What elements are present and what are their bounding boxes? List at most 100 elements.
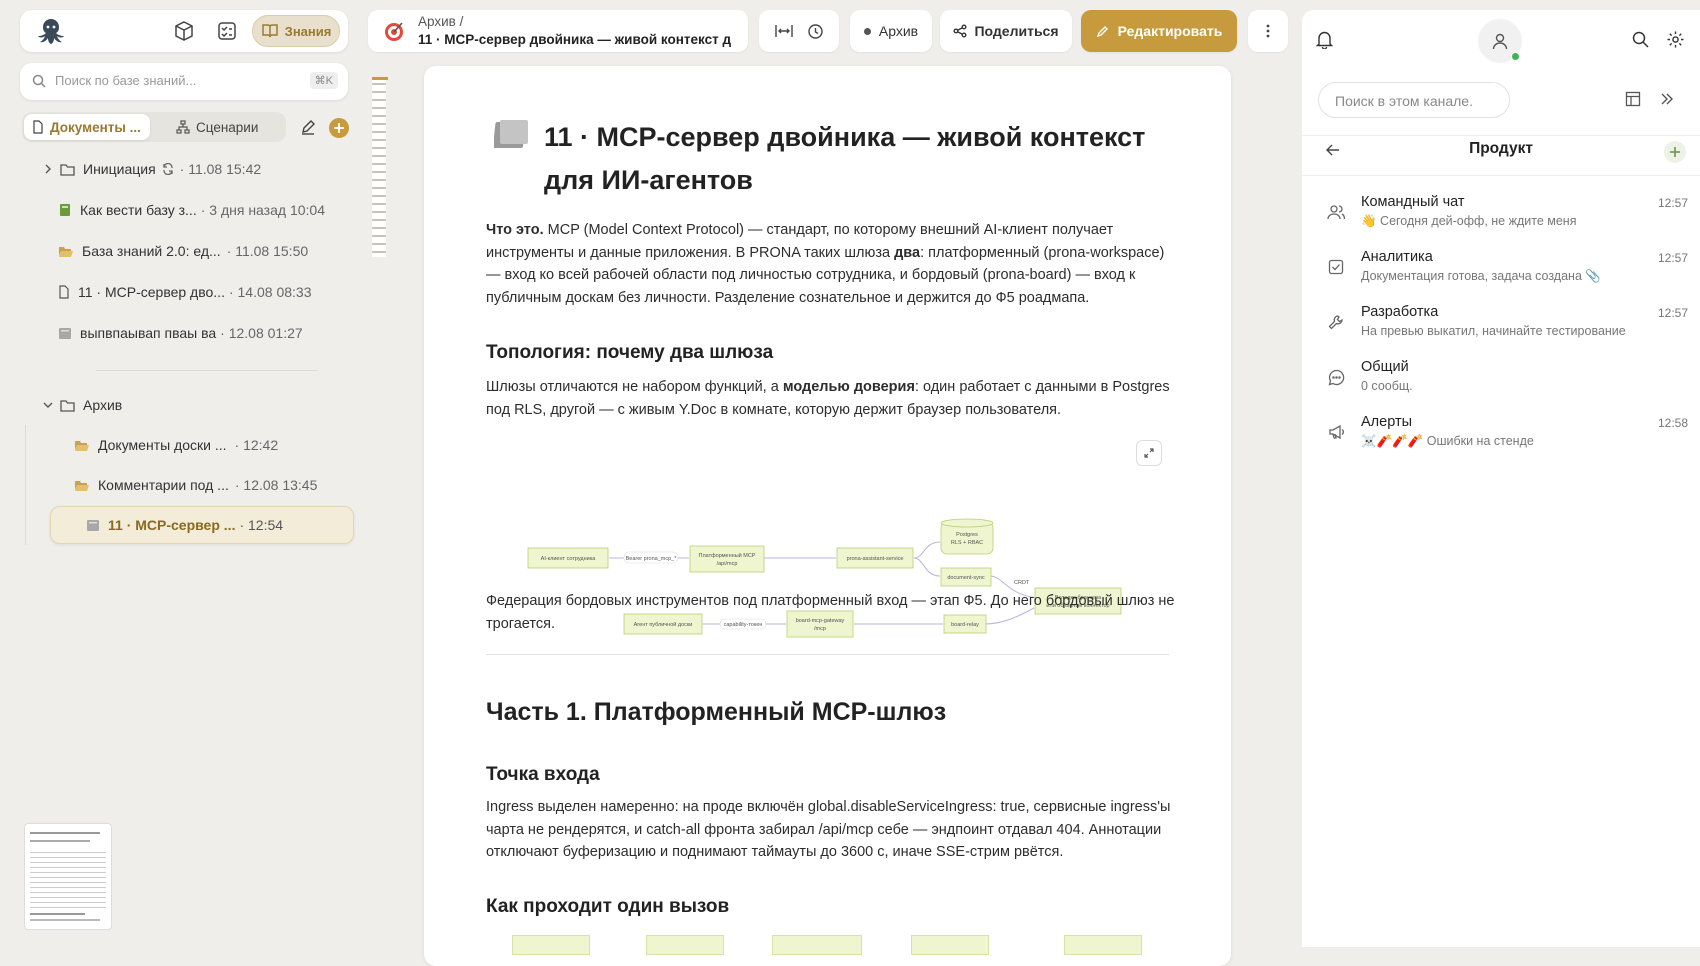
view-controls [759, 10, 839, 52]
tasks-icon[interactable] [216, 20, 238, 42]
channel-time: 12:57 [1657, 306, 1688, 320]
topology-bold: моделью доверия [782, 379, 915, 395]
diagram-node-assistant-service: prona-assistant-service [836, 547, 914, 569]
tab-documents[interactable]: Документы ... [24, 114, 150, 140]
diagram-edge-label-bearer: Bearer prona_mcp_* [623, 551, 679, 564]
channel-name: Разработка [1361, 304, 1439, 320]
diagram-node-ai-client: AI-клиент сотрудника [527, 547, 609, 569]
bell-icon[interactable] [1316, 30, 1333, 49]
document-outline-strip[interactable] [372, 77, 386, 257]
flow-icon [176, 120, 190, 134]
expand-diagram-button[interactable] [1136, 440, 1162, 466]
channel-time: 12:57 [1657, 196, 1688, 210]
tree-item-draft[interactable]: выпвпаывап пваы ва · 12.08 01:27 [58, 325, 303, 341]
wrench-icon [1324, 310, 1348, 334]
tree-item-archive[interactable]: Архив [42, 397, 122, 413]
search-icon[interactable] [1632, 31, 1649, 48]
page-title-line1: 11 · MCP-сервер двойника — живой контекс… [544, 122, 1146, 152]
channel-item-analytics[interactable]: Аналитика Документация готова, задача со… [1302, 243, 1700, 295]
chevrons-right-icon[interactable] [1660, 92, 1674, 106]
knowledge-search-input[interactable]: Поиск по базе знаний... ⌘K [20, 63, 348, 100]
channel-name: Командный чат [1361, 194, 1465, 210]
pencil-icon [1096, 24, 1110, 38]
section-divider [486, 654, 1169, 655]
topology-text: Шлюзы отличаются не набором функций, а [486, 379, 783, 395]
tab-scenarios-label: Сценарии [196, 119, 259, 135]
checkbox-icon [1324, 255, 1348, 279]
channel-item-general[interactable]: Общий 0 сообщ. [1302, 353, 1700, 405]
share-label: Поделиться [974, 23, 1059, 39]
channel-item-alerts[interactable]: Алерты ☠️🧨🧨🧨 Ошибки на стенде 12:58 [1302, 408, 1700, 460]
share-button[interactable]: Поделиться [940, 10, 1072, 52]
edge-label: Bearer prona_mcp_* [626, 556, 678, 562]
tree-item-initiation[interactable]: Инициация · 11.08 15:42 [42, 161, 261, 177]
grey-folder-icon [494, 118, 530, 150]
channel-item-development[interactable]: Разработка На превью выкатил, начинайте … [1302, 298, 1700, 350]
tree-item-current-doc[interactable]: 11 · MCP-сервер ... · 12:54 [86, 517, 283, 533]
tree-item-meta: · 11.08 15:50 [226, 243, 309, 259]
add-document-button[interactable] [329, 118, 349, 138]
more-menu-button[interactable] [1248, 10, 1288, 52]
octopus-logo-icon[interactable] [32, 16, 70, 46]
tree-item-meta: · 12:42 [234, 437, 279, 453]
channel-item-team-chat[interactable]: Командный чат 👋 Сегодня дей-офф, не ждит… [1302, 188, 1700, 240]
tree-item-label: Архив [83, 397, 123, 413]
divider [96, 370, 318, 371]
topology-paragraph: Шлюзы отличаются не набором функций, а м… [486, 376, 1176, 421]
tab-documents-label: Документы ... [50, 119, 141, 135]
divider [1302, 175, 1700, 176]
tree-item-label: База знаний 2.0: ед... [82, 243, 221, 259]
node-label: prona-assistant-service [847, 556, 904, 562]
open-folder-icon [58, 245, 74, 258]
diagram-node-stub [646, 935, 724, 955]
heading-entry-point: Точка входа [486, 764, 600, 785]
heading-part1: Часть 1. Платформенный MCP-шлюз [486, 698, 947, 726]
sync-icon [162, 163, 174, 175]
tree-item-meta: · 14.08 08:33 [228, 284, 312, 300]
tree-item-kb2[interactable]: База знаний 2.0: ед... · 11.08 15:50 [58, 243, 308, 259]
breadcrumb: Архив / 11 · MCP-сервер двойника — живой… [368, 10, 748, 52]
diagram-node-platform-mcp: Платформенный MCP/api/mcp [689, 545, 765, 573]
tree-item-comments[interactable]: Комментарии под ... · 12.08 13:45 [74, 477, 317, 493]
diagram-node-postgres: Postgres RLS + RBAC [940, 518, 994, 555]
folder-icon [60, 399, 75, 412]
cube-icon[interactable] [173, 20, 195, 42]
breadcrumb-separator: / [459, 14, 464, 29]
pencil-icon[interactable] [300, 119, 316, 135]
knowledge-nav-button[interactable]: Знания [252, 15, 340, 47]
knowledge-nav-label: Знания [284, 23, 332, 39]
gear-icon[interactable] [1666, 30, 1685, 49]
folder-icon [60, 163, 75, 176]
edit-button[interactable]: Редактировать [1081, 10, 1237, 52]
federation-paragraph: Федерация бордовых инструментов под плат… [486, 593, 1175, 632]
tree-item-meta: · 12.08 13:45 [234, 477, 318, 493]
add-channel-button[interactable] [1664, 141, 1686, 163]
divider [1302, 135, 1700, 136]
history-icon[interactable] [807, 23, 824, 40]
archive-status-button[interactable]: Архив [850, 10, 932, 52]
tree-item-board-docs[interactable]: Документы доски ... · 12:42 [74, 437, 278, 453]
node-label: RLS + RBAC [951, 540, 983, 546]
channel-preview: На превью выкатил, начинайте тестировани… [1361, 324, 1626, 338]
channel-name: Общий [1361, 359, 1409, 375]
document-icon [32, 120, 44, 134]
tree-guide-line [25, 425, 26, 545]
tab-scenarios[interactable]: Сценарии [176, 114, 258, 140]
chat-panel: Поиск в этом канале. Продукт Командный ч… [1302, 10, 1700, 947]
tree-item-mcp-doc[interactable]: 11 · MCP-сервер дво... · 14.08 08:33 [58, 284, 311, 300]
intro-paragraph: Что это. MCP (Model Context Protocol) — … [486, 219, 1176, 309]
tree-item-howto[interactable]: Как вести базу з... · 3 дня назад 10:04 [58, 202, 325, 218]
app-header: Знания [20, 10, 348, 52]
channel-preview: 0 сообщ. [1361, 379, 1413, 393]
online-status-dot [1511, 52, 1520, 61]
fit-width-icon[interactable] [774, 24, 793, 38]
target-emoji-icon [382, 19, 406, 43]
search-placeholder: Поиск по базе знаний... [55, 73, 197, 88]
breadcrumb-parent[interactable]: Архив [418, 14, 456, 29]
diagram-node-stub [911, 935, 989, 955]
layout-icon[interactable] [1625, 91, 1641, 107]
tree-item-meta: · 12:54 [239, 517, 284, 533]
channel-search-input[interactable]: Поиск в этом канале. [1318, 82, 1510, 118]
page-minimap[interactable] [24, 823, 112, 930]
channel-name: Аналитика [1361, 249, 1433, 265]
